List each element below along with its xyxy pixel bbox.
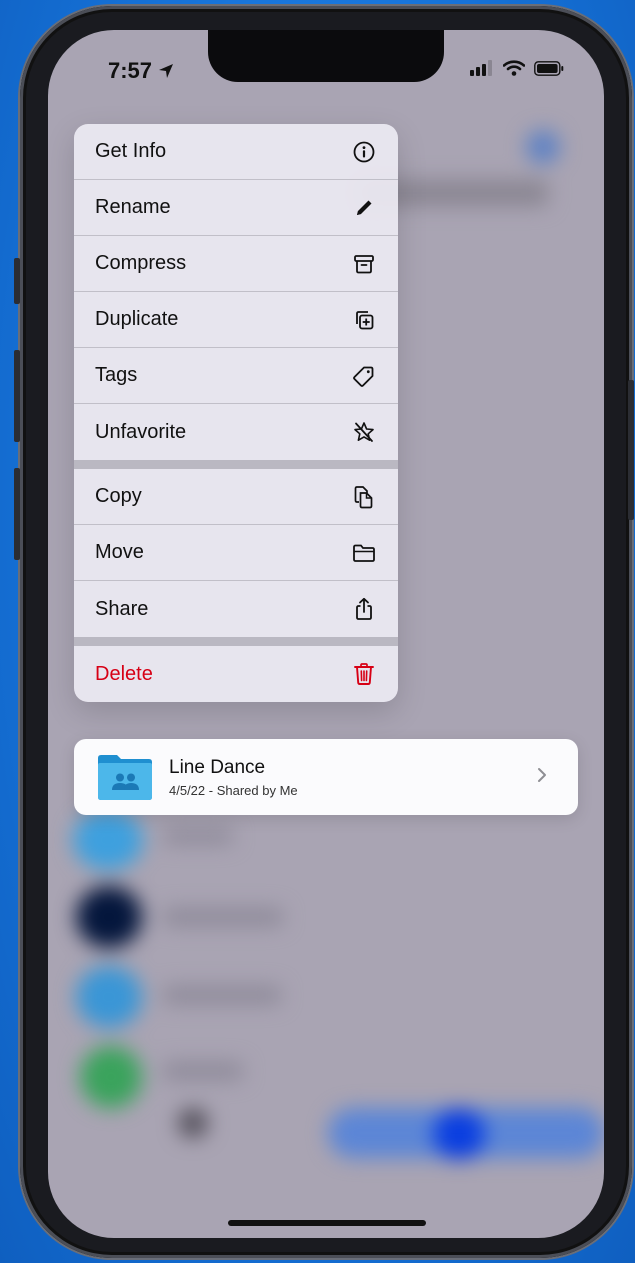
menu-separator bbox=[74, 637, 398, 646]
folder-icon bbox=[352, 541, 376, 565]
battery-icon bbox=[534, 61, 564, 81]
shared-folder-icon bbox=[96, 753, 154, 806]
share-icon bbox=[352, 597, 376, 621]
menu-item-label: Rename bbox=[95, 196, 171, 218]
file-subtitle: 4/5/22 - Shared by Me bbox=[169, 783, 298, 798]
status-icons bbox=[470, 60, 564, 81]
chevron-right-icon bbox=[536, 765, 548, 790]
menu-item-label: Tags bbox=[95, 364, 138, 386]
archive-icon bbox=[352, 252, 376, 276]
menu-item-tags[interactable]: Tags bbox=[74, 348, 398, 404]
notch bbox=[208, 30, 444, 82]
side-button-mute bbox=[14, 258, 20, 304]
menu-item-delete[interactable]: Delete bbox=[74, 646, 398, 702]
menu-item-rename[interactable]: Rename bbox=[74, 180, 398, 236]
menu-item-share[interactable]: Share bbox=[74, 581, 398, 637]
copy-icon bbox=[352, 485, 376, 509]
cellular-signal-icon bbox=[470, 60, 494, 81]
menu-item-label: Duplicate bbox=[95, 308, 179, 330]
home-indicator bbox=[228, 1220, 426, 1226]
menu-item-label: Move bbox=[95, 541, 144, 563]
menu-separator bbox=[74, 460, 398, 469]
menu-item-compress[interactable]: Compress bbox=[74, 236, 398, 292]
menu-item-label: Share bbox=[95, 597, 149, 620]
side-button-power bbox=[628, 380, 634, 520]
duplicate-icon bbox=[352, 308, 376, 332]
side-button-volume-down bbox=[14, 468, 20, 560]
pencil-icon bbox=[352, 196, 376, 220]
location-arrow-icon bbox=[158, 58, 174, 83]
menu-item-duplicate[interactable]: Duplicate bbox=[74, 292, 398, 348]
menu-item-copy[interactable]: Copy bbox=[74, 469, 398, 525]
file-name: Line Dance bbox=[169, 757, 266, 778]
menu-item-move[interactable]: Move bbox=[74, 525, 398, 581]
menu-item-get-info[interactable]: Get Info bbox=[74, 124, 398, 180]
tag-icon bbox=[352, 364, 376, 388]
side-button-volume-up bbox=[14, 350, 20, 442]
menu-item-label: Delete bbox=[95, 662, 153, 685]
trash-icon bbox=[352, 662, 376, 686]
star-slash-icon bbox=[352, 420, 376, 444]
wifi-icon bbox=[502, 60, 526, 81]
menu-item-label: Copy bbox=[95, 485, 142, 507]
status-time-label: 7:57 bbox=[108, 58, 153, 83]
status-time: 7:57 bbox=[108, 58, 174, 84]
menu-item-label: Compress bbox=[95, 252, 187, 274]
menu-item-label: Unfavorite bbox=[95, 420, 187, 443]
context-menu: Get Info Rename Compress Duplicate Tags … bbox=[74, 124, 398, 702]
menu-item-unfavorite[interactable]: Unfavorite bbox=[74, 404, 398, 460]
menu-item-label: Get Info bbox=[95, 140, 167, 162]
file-row-line-dance[interactable]: Line Dance 4/5/22 - Shared by Me bbox=[74, 739, 578, 815]
info-icon bbox=[352, 140, 376, 164]
